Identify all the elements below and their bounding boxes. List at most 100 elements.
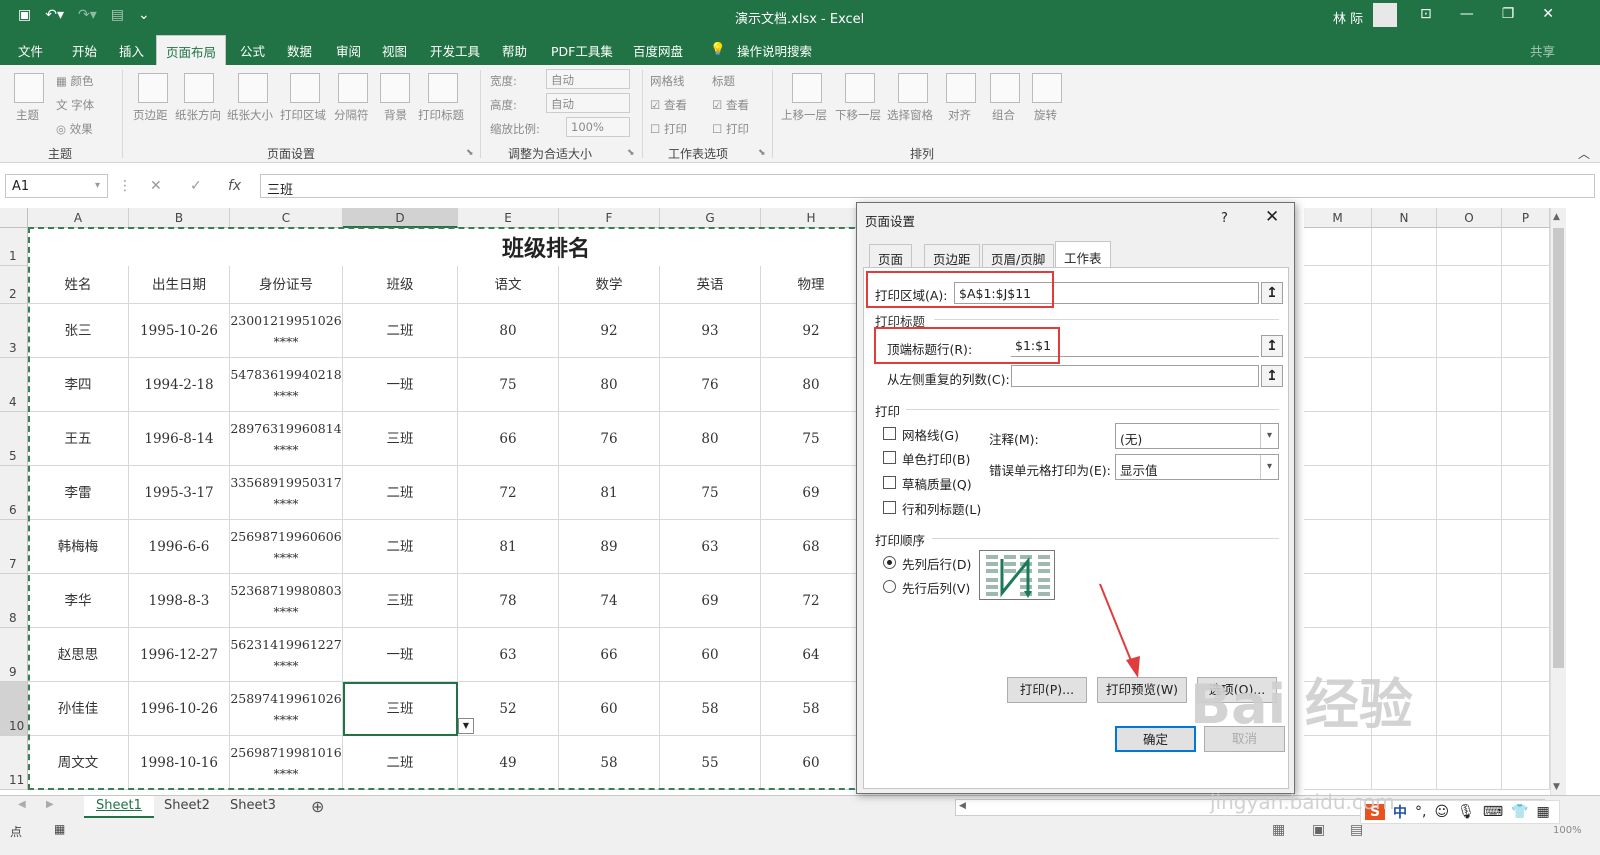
data-cell[interactable]: 二班 [343,304,458,358]
close-icon[interactable]: ✕ [1265,207,1279,227]
orientation-icon[interactable] [184,73,214,103]
mic-icon[interactable]: 🎙 [1457,804,1475,820]
data-cell[interactable]: 1998-10-16 [129,736,230,790]
tell-me-search[interactable]: 操作说明搜索 [737,41,812,60]
cell[interactable] [1304,304,1372,358]
cell[interactable] [1304,412,1372,466]
page-setup-launcher-icon[interactable]: ⬊ [466,148,474,158]
margins-icon[interactable] [138,73,168,103]
cell[interactable] [1304,466,1372,520]
print-titles-icon[interactable] [428,73,458,103]
ime-mode-icon[interactable]: 中 [1393,802,1407,822]
next-sheet-icon[interactable]: ▶ [46,799,54,810]
tab-file[interactable]: 文件 [18,41,43,60]
scale-launcher-icon[interactable]: ⬊ [627,148,635,158]
cell[interactable] [1502,682,1550,736]
tab-baidu[interactable]: 百度网盘 [633,41,683,60]
group-objects-button[interactable]: 组合 [992,107,1015,123]
page-layout-view-icon[interactable]: ▣ [1312,822,1325,838]
cell[interactable] [1437,358,1502,412]
column-header-d[interactable]: D [343,208,458,228]
over-then-down-radio[interactable] [883,580,896,593]
data-cell[interactable]: 66 [458,412,559,466]
name-box-dropdown-icon[interactable]: ▾ [95,180,100,191]
tab-pdf[interactable]: PDF工具集 [551,41,613,60]
tab-home[interactable]: 开始 [72,41,97,60]
size-button[interactable]: 纸张大小 [227,107,273,123]
data-cell[interactable]: 81 [559,466,660,520]
tab-margins[interactable]: 页边距 [924,244,980,267]
normal-view-icon[interactable]: ▦ [1272,822,1285,838]
print-area-icon[interactable] [290,73,320,103]
tab-sheet[interactable]: 工作表 [1055,241,1111,268]
effects-button[interactable]: ◎ 效果 [56,121,93,137]
cell[interactable] [1437,520,1502,574]
name-cell[interactable]: 李华 [28,574,129,628]
form-icon[interactable]: ▤ [111,7,124,23]
send-backward-button[interactable]: 下移一层 [835,107,881,123]
collapse-dialog-icon[interactable]: ↥ [1261,365,1283,387]
data-cell[interactable]: 80 [559,358,660,412]
add-sheet-icon[interactable]: ⊕ [311,797,324,816]
cell[interactable] [1502,574,1550,628]
share-button[interactable]: 共享 [1530,41,1555,60]
tools-icon[interactable]: ▦ [1537,804,1550,820]
prev-sheet-icon[interactable]: ◀ [18,799,26,810]
tab-insert[interactable]: 插入 [119,41,144,60]
tab-data[interactable]: 数据 [287,41,312,60]
align-button[interactable]: 对齐 [948,107,971,123]
gridlines-view-checkbox[interactable]: ☑ 查看 [650,97,687,113]
name-cell[interactable]: 李四 [28,358,129,412]
id-cell[interactable]: 23001219951026 **** [230,304,343,358]
data-cell[interactable]: 58 [660,682,761,736]
data-cell[interactable]: 60 [761,736,862,790]
cell[interactable] [1502,736,1550,790]
macro-record-icon[interactable]: ▦ [54,822,65,836]
send-backward-icon[interactable] [845,73,875,103]
data-cell[interactable]: 66 [559,628,660,682]
header-cell[interactable]: 出生日期 [129,266,230,304]
column-header-f[interactable]: F [559,208,660,228]
data-cell[interactable]: 1995-3-17 [129,466,230,520]
data-cell[interactable]: 二班 [343,736,458,790]
scroll-up-icon[interactable]: ▲ [1553,212,1560,222]
scale-input[interactable]: 100% [566,117,630,137]
header-cell[interactable]: 身份证号 [230,266,343,304]
print-button[interactable]: 打印(P)... [1007,677,1087,703]
cell[interactable] [1372,266,1437,304]
data-cell[interactable]: 72 [761,574,862,628]
scroll-left-icon[interactable]: ◀ [959,801,966,811]
cell[interactable] [1372,304,1437,358]
header-cell[interactable]: 数学 [559,266,660,304]
data-cell[interactable]: 92 [559,304,660,358]
data-cell[interactable]: 三班 [343,412,458,466]
data-cell[interactable]: 三班 [343,574,458,628]
data-cell[interactable]: 72 [458,466,559,520]
header-cell[interactable]: 班级 [343,266,458,304]
size-icon[interactable] [238,73,268,103]
themes-button[interactable]: 主题 [16,107,39,123]
tab-page[interactable]: 页面 [869,244,913,267]
height-select[interactable]: 自动 [546,93,630,113]
headings-view-checkbox[interactable]: ☑ 查看 [712,97,749,113]
keyboard-icon[interactable]: ⌨ [1483,804,1503,820]
select-all-corner[interactable] [0,208,28,228]
data-cell[interactable]: 75 [458,358,559,412]
cell[interactable] [1372,520,1437,574]
cell[interactable] [1372,412,1437,466]
row-header-8[interactable]: 8 [0,574,28,628]
skin-icon[interactable]: 👕 [1511,804,1528,820]
header-cell[interactable]: 语文 [458,266,559,304]
data-cell[interactable]: 75 [761,412,862,466]
data-cell[interactable]: 63 [660,520,761,574]
cell[interactable] [1304,520,1372,574]
row-header-11[interactable]: 11 [0,736,28,790]
breaks-button[interactable]: 分隔符 [334,107,369,123]
avatar[interactable] [1373,3,1397,27]
row-header-4[interactable]: 4 [0,358,28,412]
cell[interactable] [1437,682,1502,736]
selection-pane-icon[interactable] [898,73,928,103]
row-header-9[interactable]: 9 [0,628,28,682]
data-cell[interactable]: 75 [660,466,761,520]
data-cell[interactable]: 74 [559,574,660,628]
